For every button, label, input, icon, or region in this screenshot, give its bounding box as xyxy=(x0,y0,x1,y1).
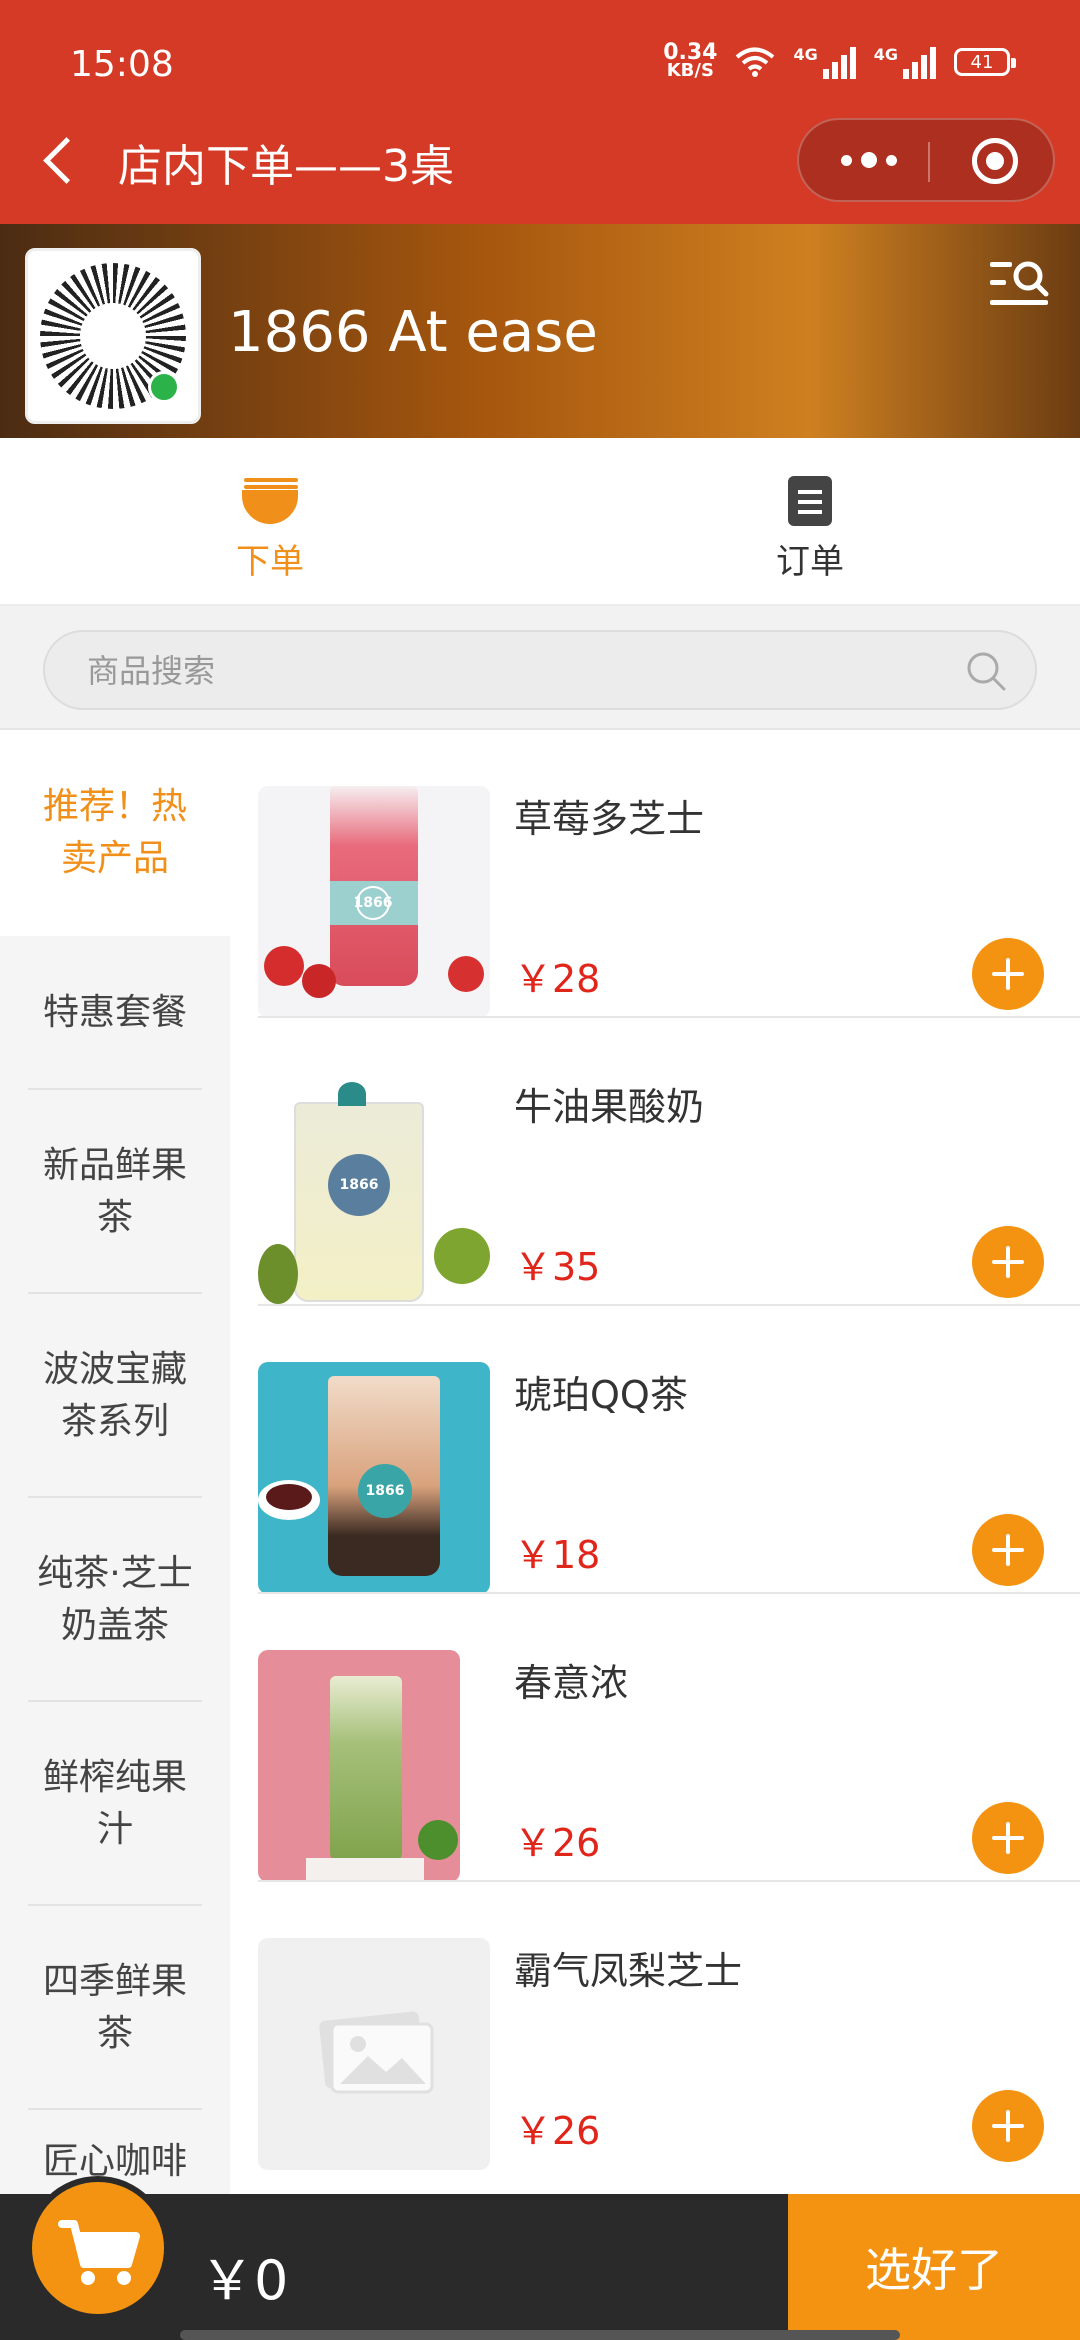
qr-center-logo xyxy=(80,303,146,369)
category-item-new-fruit-tea[interactable]: 新品鲜果茶 xyxy=(0,1090,230,1294)
tab-orders-label: 订单 xyxy=(776,542,844,582)
signal-label-2: 4G xyxy=(873,45,898,64)
network-speed: 0.34 KB/S xyxy=(663,42,717,81)
search-icon[interactable] xyxy=(965,650,1007,692)
more-options-button[interactable] xyxy=(819,120,919,200)
tab-place-order[interactable]: 下单 xyxy=(160,476,380,583)
product-name: 牛油果酸奶 xyxy=(514,1085,705,1129)
store-header: 1866 At ease xyxy=(0,224,1080,438)
tab-orders[interactable]: 订单 xyxy=(700,476,920,583)
title-bar: 15:08 0.34 KB/S 4G 4G 41 店内下单——3桌 xyxy=(0,0,1080,224)
product-name: 霸气凤梨芝士 xyxy=(514,1949,743,1993)
product-item[interactable]: 霸气凤梨芝士 ￥26 xyxy=(230,1882,1080,2170)
category-label: 推荐！热卖产品 xyxy=(42,786,187,879)
category-label: 特惠套餐 xyxy=(42,992,187,1033)
product-item[interactable]: 1866 牛油果酸奶 ￥35 xyxy=(230,1018,1080,1306)
search-area xyxy=(0,606,1080,730)
shopping-cart-icon xyxy=(58,2220,140,2285)
product-price: ￥35 xyxy=(514,1245,601,1289)
product-image-strawberry: 1866 xyxy=(258,786,490,1018)
signal-icon-1: 4G xyxy=(793,45,856,79)
category-label: 纯茶·芝士奶盖茶 xyxy=(37,1553,193,1646)
product-name: 草莓多芝士 xyxy=(514,797,705,841)
category-label: 新品鲜果茶 xyxy=(42,1145,187,1238)
capsule-divider xyxy=(928,142,930,182)
close-miniprogram-button[interactable] xyxy=(972,138,1018,184)
store-info-icon[interactable] xyxy=(988,256,1050,310)
product-item[interactable]: 1866 琥珀QQ茶 ￥18 xyxy=(230,1306,1080,1594)
bowl-icon xyxy=(240,476,300,526)
network-speed-unit: KB/S xyxy=(666,60,714,81)
status-icons: 0.34 KB/S 4G 4G 41 xyxy=(663,42,1016,81)
tab-place-order-label: 下单 xyxy=(236,542,304,582)
product-price: ￥26 xyxy=(514,2109,601,2153)
image-placeholder-icon xyxy=(319,2011,434,2094)
category-item-cheese-tea[interactable]: 纯茶·芝士奶盖茶 xyxy=(0,1498,230,1702)
product-item[interactable]: 春意浓 ￥26 xyxy=(230,1594,1080,1882)
miniprogram-capsule xyxy=(797,118,1055,202)
category-sidebar[interactable]: 推荐！热卖产品 特惠套餐 新品鲜果茶 波波宝藏茶系列 纯茶·芝士奶盖茶 鲜榨纯果… xyxy=(0,730,230,2194)
product-item[interactable]: 1866 草莓多芝士 ￥28 xyxy=(230,730,1080,1018)
signal-icon-2: 4G xyxy=(874,45,936,79)
category-item-seasonal[interactable]: 四季鲜果茶 xyxy=(0,1906,230,2110)
product-list[interactable]: 1866 草莓多芝士 ￥28 1866 牛油果酸奶 ￥35 1866 琥珀QQ茶… xyxy=(230,730,1080,2194)
cart-button[interactable] xyxy=(26,2176,170,2320)
add-to-cart-button[interactable] xyxy=(972,1514,1044,1586)
store-name: 1866 At ease xyxy=(228,300,598,365)
cart-bar: ￥0 选好了 xyxy=(0,2176,1080,2340)
signal-label-1: 4G xyxy=(793,45,818,64)
page-title: 店内下单——3桌 xyxy=(118,141,454,192)
store-qr-code[interactable] xyxy=(25,248,201,424)
product-image-amber-tea: 1866 xyxy=(258,1362,490,1594)
tab-bar: 下单 订单 xyxy=(0,438,1080,606)
add-to-cart-button[interactable] xyxy=(972,2090,1044,2162)
battery-icon: 41 xyxy=(954,48,1016,76)
search-box[interactable] xyxy=(43,630,1037,710)
wifi-icon xyxy=(736,47,775,77)
category-item-boba[interactable]: 波波宝藏茶系列 xyxy=(0,1294,230,1498)
category-label: 鲜榨纯果汁 xyxy=(42,1757,187,1850)
category-item-juice[interactable]: 鲜榨纯果汁 xyxy=(0,1702,230,1906)
product-image-kiwi xyxy=(258,1650,460,1882)
home-indicator xyxy=(180,2330,900,2340)
add-to-cart-button[interactable] xyxy=(972,1802,1044,1874)
product-price: ￥28 xyxy=(514,957,601,1001)
search-input[interactable] xyxy=(87,650,947,692)
product-image-avocado: 1866 xyxy=(258,1074,490,1306)
cart-total: ￥0 xyxy=(200,2249,289,2312)
back-button[interactable] xyxy=(40,130,80,190)
category-label: 四季鲜果茶 xyxy=(42,1961,187,2054)
category-item-combo[interactable]: 特惠套餐 xyxy=(0,936,230,1090)
add-to-cart-button[interactable] xyxy=(972,938,1044,1010)
category-label: 波波宝藏茶系列 xyxy=(42,1349,187,1442)
product-name: 琥珀QQ茶 xyxy=(514,1373,688,1417)
product-price: ￥26 xyxy=(514,1821,601,1865)
checkout-button[interactable]: 选好了 xyxy=(788,2194,1080,2340)
add-to-cart-button[interactable] xyxy=(972,1226,1044,1298)
product-price: ￥18 xyxy=(514,1533,601,1577)
miniprogram-badge-icon xyxy=(148,371,180,403)
product-image-placeholder xyxy=(258,1938,490,2170)
category-item-hot[interactable]: 推荐！热卖产品 xyxy=(0,730,230,936)
status-time: 15:08 xyxy=(70,44,174,85)
product-name: 春意浓 xyxy=(514,1661,629,1705)
clipboard-icon xyxy=(780,476,840,526)
